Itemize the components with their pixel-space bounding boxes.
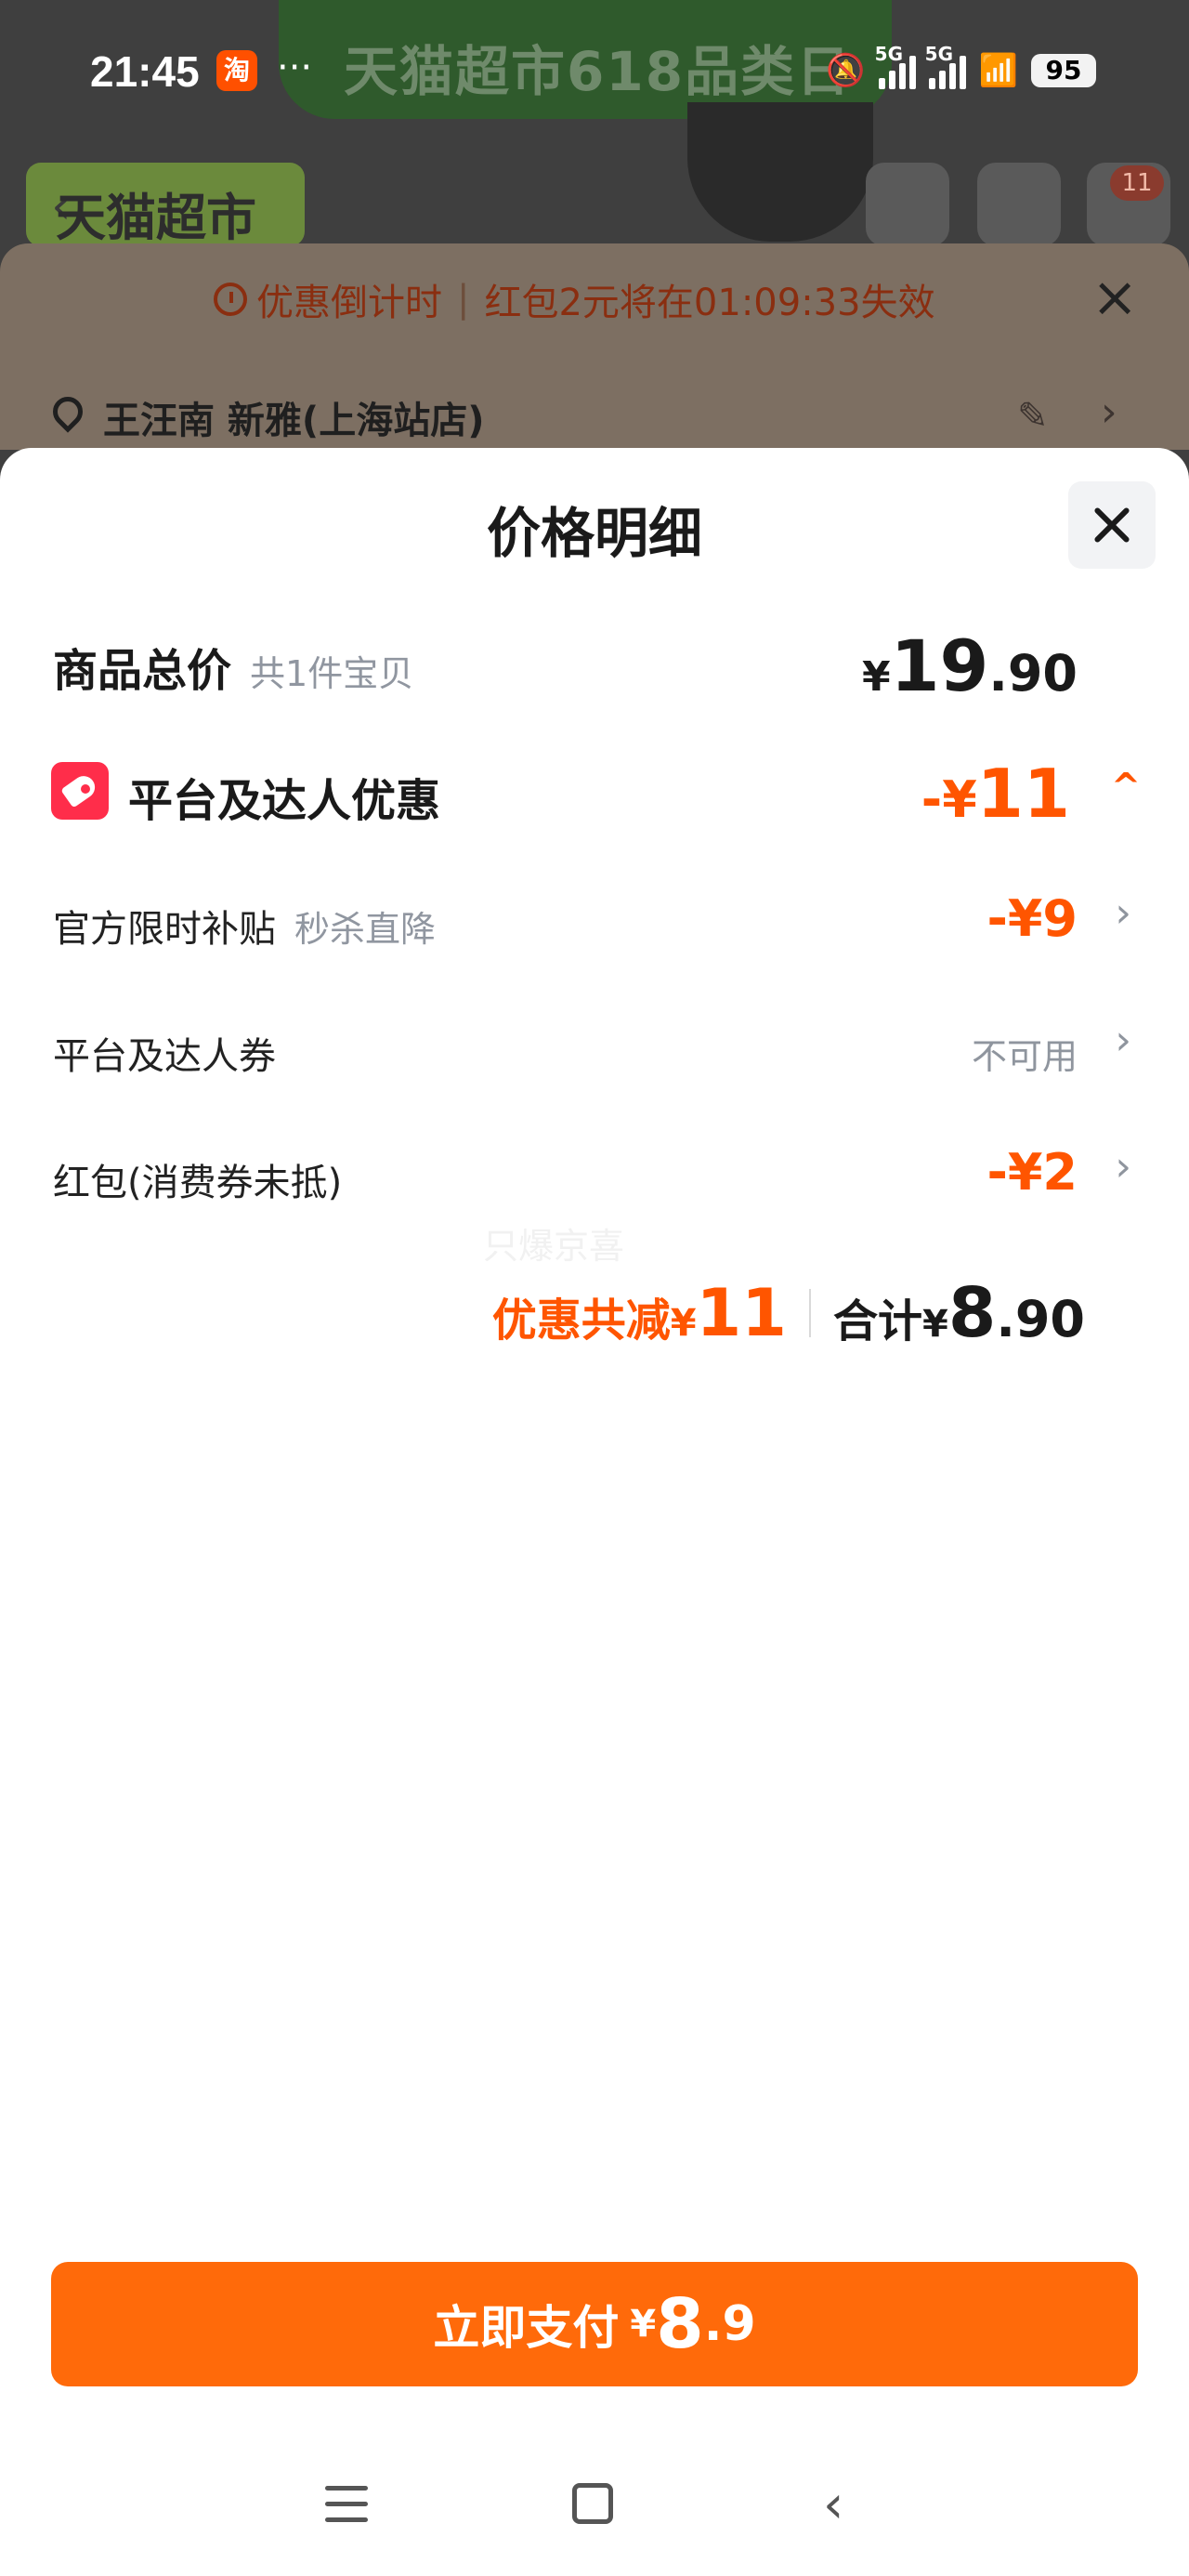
platform-discount-row[interactable]: 平台及达人优惠 -¥11 ^ [0,755,1189,833]
coupon-value: 不可用 [971,1036,1078,1077]
product-image [687,102,873,242]
redpacket-label: 红包(消费券未抵) [53,1162,343,1204]
more-notifications-icon: ··· [277,46,313,89]
clock-icon [214,283,247,316]
subsidy-row[interactable]: 官方限时补贴 秒杀直降 -¥9 › [0,889,1189,954]
close-button[interactable] [1068,481,1156,569]
chevron-right-icon[interactable]: › [1115,889,1131,937]
menu-icon[interactable] [325,2486,368,2523]
tag-icon [51,762,109,820]
cart-button [977,163,1061,246]
address-row[interactable]: 王汪南 新雅(上海站店) [51,390,485,444]
price-detail-sheet: 价格明细 商品总价 共1件宝贝 ¥19.90 平台及达人优惠 -¥11 ^ 官方限… [0,448,1189,2576]
store-logo-text: 天猫超市 [56,189,256,247]
item-count: 共1件宝贝 [250,653,414,694]
countdown-label: 优惠倒计时 [256,282,442,324]
countdown-message: 红包2元将在01:09:33失效 [484,282,935,324]
status-bar: 21:45 淘 ··· 🔕 5G 5G 📶 95 [0,43,1189,112]
status-icons: 🔕 5G 5G 📶 95 [826,43,1096,89]
total-price-label: 商品总价 [53,645,232,697]
coupon-label: 平台及达人券 [53,1035,276,1078]
platform-discount-value: -¥11 [921,755,1070,833]
countdown-banner: 优惠倒计时 | 红包2元将在01:09:33失效 [214,272,935,326]
taobao-app-icon: 淘 [216,50,257,91]
subsidy-label: 官方限时补贴 [53,908,276,951]
chevron-right-icon[interactable]: › [1115,1017,1131,1064]
countdown-separator: | [457,278,470,321]
address-text: 王汪南 新雅(上海站店) [103,400,485,442]
cart-badge: 11 [1110,165,1164,201]
location-pin-icon [51,397,85,438]
back-icon[interactable]: ‹ [823,2479,843,2531]
battery-icon: 95 [1031,54,1096,87]
chevron-up-icon[interactable]: ^ [1111,766,1141,807]
pay-now-button[interactable]: 立即支付 ¥8.9 [51,2262,1138,2386]
edit-icon[interactable]: ✎ [1017,395,1049,438]
share-button [866,163,949,246]
redpacket-row[interactable]: 红包(消费券未抵) -¥2 › [0,1143,1189,1208]
total-price-value: ¥19.90 [861,624,1078,707]
status-time: 21:45 [90,47,200,96]
price-summary: 优惠共减¥11 合计¥8.90 [492,1273,1085,1353]
platform-discount-label: 平台及达人优惠 [128,775,441,827]
close-icon[interactable]: × [1091,269,1138,325]
summary-divider [808,1289,811,1337]
mute-icon: 🔕 [826,52,866,89]
grand-total: 合计¥8.90 [832,1273,1085,1353]
home-icon[interactable] [572,2483,613,2524]
subsidy-value: -¥9 [986,889,1078,948]
total-discount: 优惠共减¥11 [491,1275,787,1351]
redpacket-value: -¥2 [986,1143,1078,1202]
total-price-row: 商品总价 共1件宝贝 ¥19.90 [0,624,1189,707]
coupon-row[interactable]: 平台及达人券 不可用 › [0,1017,1189,1082]
chevron-right-icon[interactable]: › [1115,1143,1131,1190]
signal-icon-2: 5G [925,43,966,89]
signal-icon: 5G [875,43,916,89]
chevron-right-icon[interactable]: › [1101,388,1117,436]
subsidy-sub: 秒杀直降 [294,909,437,950]
watermark: 只爆京喜 [483,1226,625,1267]
wifi-icon: 📶 [978,52,1018,89]
sheet-title: 价格明细 [486,502,702,565]
system-nav-bar: ‹ [0,2463,1189,2556]
